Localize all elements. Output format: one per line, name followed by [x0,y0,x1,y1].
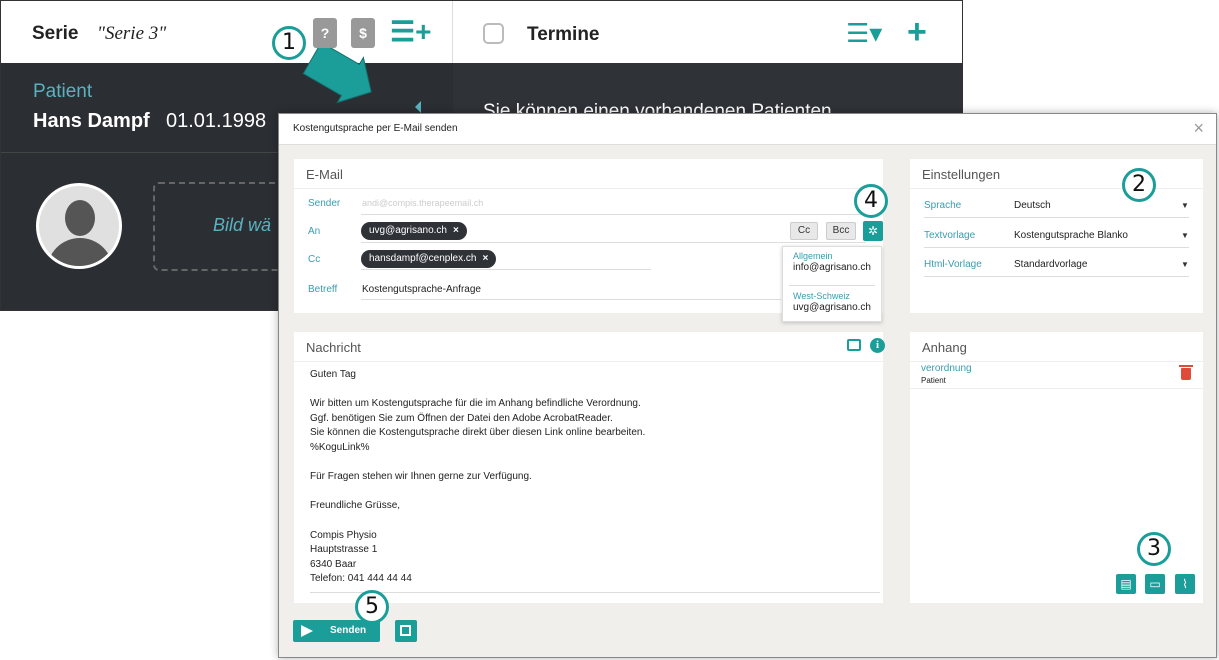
paperclip-icon[interactable]: ⌇ [1175,574,1195,594]
suggestion-email[interactable]: info@agrisano.ch [793,262,871,273]
info-icon[interactable]: i [870,338,885,353]
recipient-chip[interactable]: uvg@agrisano.ch × [361,222,467,240]
message-heading: Nachricht [306,340,361,355]
external-link-icon [400,625,411,636]
sender-value: andi@compis.therapeemail.ch [362,198,484,208]
betreff-value[interactable]: Kostengutsprache-Anfrage [362,284,481,295]
divider [924,247,1189,248]
divider [924,217,1189,218]
email-heading: E-Mail [306,167,343,182]
remove-chip-icon[interactable]: × [453,225,459,236]
suggestion-group: Allgemein [793,251,833,261]
textvorlage-label: Textvorlage [924,230,976,241]
laptop-icon[interactable]: ▭ [1145,574,1165,594]
avatar [36,183,122,269]
settings-heading: Einstellungen [922,167,1001,182]
termine-title: Termine [527,24,600,45]
document-question-icon[interactable]: ? [313,18,337,48]
chevron-down-icon[interactable]: ▼ [1181,260,1189,269]
divider [310,592,880,593]
an-input-underline [361,242,866,243]
callout-2: 2 [1122,168,1156,202]
bcc-button[interactable]: Bcc [826,222,856,240]
divider [910,388,1203,389]
send-button-label: Senden [330,625,367,636]
message-body[interactable]: Guten Tag Wir bitten um Kostengutsprache… [310,368,645,587]
trash-icon[interactable] [1179,365,1193,380]
collapse-icon[interactable] [415,101,421,113]
divider [294,361,883,362]
termine-checkbox[interactable] [483,23,504,44]
divider [294,188,883,189]
suggestion-email[interactable]: uvg@agrisano.ch [793,302,871,313]
recipient-chip-label: uvg@agrisano.ch [369,225,447,236]
callout-4: 4 [854,184,888,218]
html-vorlage-select[interactable]: Standardvorlage [1014,259,1087,270]
avatar-head [65,200,95,236]
cc-chip-label: hansdampf@cenplex.ch [369,253,477,264]
attachment-name[interactable]: verordnung [921,363,972,374]
callout-1: 1 [272,26,306,60]
remove-chip-icon[interactable]: × [482,253,488,264]
paper-plane-icon [301,625,313,637]
sprache-select[interactable]: Deutsch [1014,200,1051,211]
avatar-body [47,238,113,266]
preview-icon[interactable] [847,339,861,351]
cc-button[interactable]: Cc [790,222,818,240]
serie-label: Serie [32,23,79,44]
divider [910,188,1203,189]
patient-dob: 01.01.1998 [166,110,267,132]
patient-label: Patient [33,81,93,102]
sprache-label: Sprache [924,200,962,211]
serie-name: "Serie 3" [97,23,167,44]
chevron-down-icon[interactable]: ▼ [1181,231,1189,240]
html-vorlage-label: Html-Vorlage [924,259,982,270]
list-add-icon[interactable]: ☰+ [390,15,431,48]
email-dialog: Kostengutsprache per E-Mail senden × E-M… [278,113,1217,658]
cc-chip[interactable]: hansdampf@cenplex.ch × [361,250,497,268]
divider [910,361,1203,362]
form-icon[interactable]: ▤ [1116,574,1136,594]
patient-name: Hans Dampf [33,110,150,132]
suggestion-group: West-Schweiz [793,291,850,301]
dialog-title: Kostengutsprache per E-Mail senden [293,123,458,134]
open-external-button[interactable] [395,620,417,642]
menu-dropdown-icon[interactable]: ☰▾ [846,18,882,49]
an-label: An [308,226,321,237]
callout-5: 5 [355,590,389,624]
chevron-down-icon[interactable]: ▼ [1181,201,1189,210]
add-icon[interactable]: + [907,13,927,52]
attachment-source: Patient [921,376,946,385]
sender-label: Sender [308,198,341,209]
document-dollar-icon[interactable]: $ [351,18,375,48]
callout-3: 3 [1137,532,1171,566]
dialog-header: Kostengutsprache per E-Mail senden × [279,114,1216,145]
close-icon[interactable]: × [1193,118,1204,139]
address-book-icon[interactable]: ✲ [863,221,883,241]
betreff-underline [361,299,781,300]
betreff-label: Betreff [308,284,338,295]
cc-label: Cc [308,254,321,265]
divider [361,214,866,215]
divider [924,276,1189,277]
divider [789,285,875,286]
attachment-heading: Anhang [922,340,967,355]
image-dropzone-label: Bild wä [213,215,272,235]
cc-input-underline [361,269,651,270]
textvorlage-select[interactable]: Kostengutsprache Blanko [1014,230,1128,241]
pointer-arrow-icon [302,48,372,104]
recipient-suggestions: Allgemein info@agrisano.ch West-Schweiz … [782,246,882,322]
